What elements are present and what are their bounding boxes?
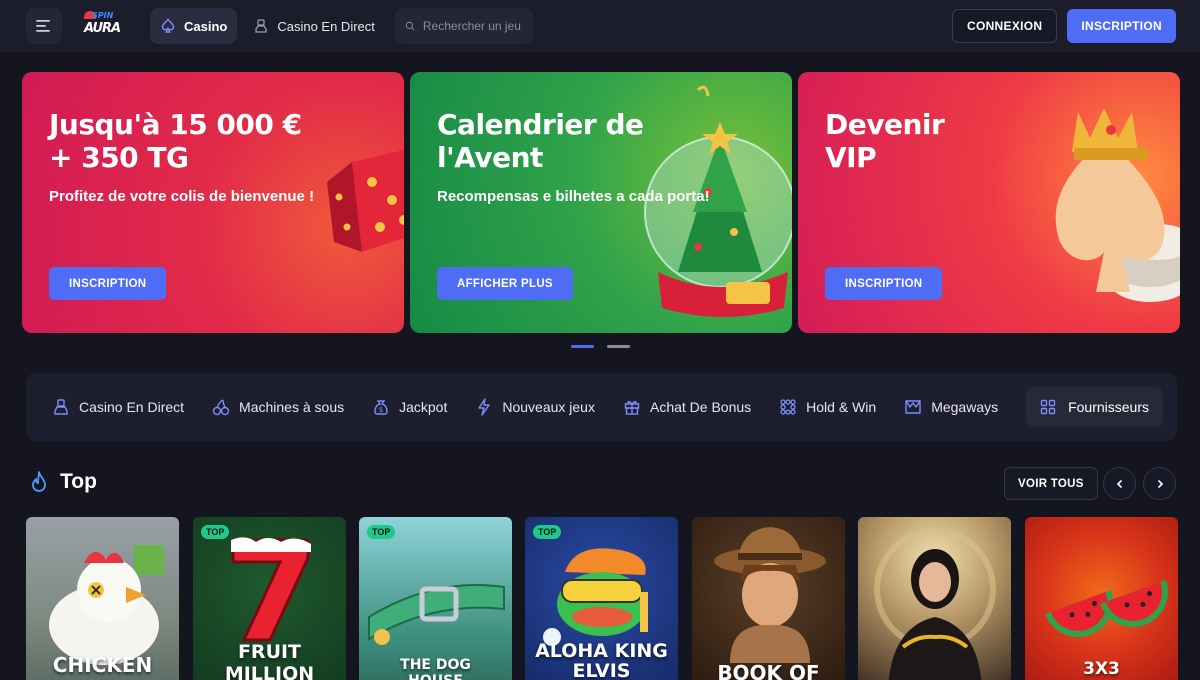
- banner-title-line2: l'Avent: [437, 141, 543, 174]
- category-bonus-buy[interactable]: Achat De Bonus: [623, 398, 751, 416]
- login-button[interactable]: CONNEXION: [951, 9, 1058, 43]
- chevron-left-icon: [1116, 479, 1122, 488]
- explorer-icon: [714, 527, 826, 663]
- banner-title-line2: VIP: [825, 141, 877, 174]
- category-label: Casino En Direct: [79, 399, 185, 415]
- top-badge: TOP: [533, 525, 562, 539]
- banner-title-line1: Jusqu'à 15 000 €: [49, 108, 302, 141]
- category-label: Achat De Bonus: [649, 399, 752, 415]
- game-tile[interactable]: TOP ALOHA KING ELVIS: [525, 517, 678, 680]
- promo-banner-welcome[interactable]: Jusqu'à 15 000 € + 350 TG Profitez de vot…: [22, 72, 404, 333]
- category-label: Hold & Win: [806, 399, 877, 415]
- game-tile[interactable]: TOP THE DOGHOUSE: [359, 517, 512, 680]
- game-title: CHICKEN: [52, 653, 153, 677]
- tab-casino[interactable]: Casino: [150, 8, 238, 44]
- game-title: FRUIT MILLION: [224, 641, 315, 680]
- game-title: 3X3: [1083, 659, 1120, 679]
- game-tile[interactable]: 3X3: [1025, 517, 1178, 680]
- watermelon-icon: [1045, 580, 1168, 637]
- banner-signup-button[interactable]: INSCRIPTION: [49, 267, 167, 300]
- section-title-label: Top: [60, 470, 97, 493]
- carousel-prev-button[interactable]: [1103, 467, 1136, 500]
- banner-subtitle: Profitez de votre colis de bienvenue !: [49, 188, 315, 205]
- carousel-dot[interactable]: [607, 345, 630, 348]
- search-input[interactable]: [422, 19, 523, 33]
- seven-icon: [231, 537, 311, 642]
- app-root: SPIN AURA Casino Casino En Direct CONNEX…: [0, 0, 1200, 680]
- top-badge: TOP: [367, 525, 396, 539]
- category-label: Machines à sous: [239, 399, 345, 415]
- site-logo[interactable]: SPIN AURA: [82, 11, 128, 41]
- category-live-casino[interactable]: Casino En Direct: [52, 398, 184, 416]
- banner-title-line2: + 350 TG: [49, 141, 189, 174]
- game-tile[interactable]: BOOK OFRA: [692, 517, 845, 680]
- category-hold-and-win[interactable]: Hold & Win: [779, 398, 876, 416]
- dog-collar-icon: [368, 584, 505, 645]
- carousel-indicators: [571, 345, 643, 348]
- see-all-button[interactable]: VOIR TOUS: [1004, 467, 1098, 500]
- crown-spade-icon: [1055, 108, 1180, 302]
- svg-text:$: $: [379, 406, 383, 414]
- banner-title-line1: Calendrier de: [437, 108, 644, 141]
- banner-show-more-button[interactable]: AFFICHER PLUS: [437, 267, 573, 300]
- tab-casino-label: Casino: [184, 18, 228, 34]
- banner-title: Jusqu'à 15 000 € + 350 TG: [49, 108, 302, 174]
- dealer-icon: [255, 19, 267, 33]
- live-dealer-icon: [874, 528, 996, 680]
- game-tile[interactable]: [858, 517, 1011, 680]
- gift-icon: [624, 401, 640, 415]
- game-title: BOOK OFRA: [717, 661, 820, 680]
- signup-button[interactable]: INSCRIPTION: [1067, 9, 1176, 43]
- promo-banner-advent[interactable]: Calendrier de l'Avent Recompensas e bilhe…: [410, 72, 792, 333]
- cherries-icon: [212, 399, 230, 416]
- category-label: Jackpot: [399, 399, 448, 415]
- spade-icon: [161, 18, 175, 33]
- tab-live-casino[interactable]: Casino En Direct: [243, 8, 385, 44]
- lightning-icon: [478, 398, 491, 416]
- money-bag-icon: $: [374, 400, 388, 415]
- providers-label: Fournisseurs: [1068, 399, 1149, 415]
- frog-elvis-icon: [543, 548, 648, 646]
- banner-title: Calendrier de l'Avent: [437, 108, 644, 174]
- search-box[interactable]: [394, 8, 533, 44]
- chevron-right-icon: [1157, 479, 1163, 488]
- promo-banner-vip[interactable]: Devenir VIP INSCRIPTION: [798, 72, 1180, 333]
- megaways-icon: [905, 400, 921, 414]
- category-label: Megaways: [931, 399, 999, 415]
- category-jackpot[interactable]: $ Jackpot: [372, 398, 447, 416]
- banner-subtitle: Recompensas e bilhetes a cada porta!: [437, 188, 710, 205]
- top-header: SPIN AURA Casino Casino En Direct CONNEX…: [0, 0, 1200, 52]
- banner-signup-button[interactable]: INSCRIPTION: [825, 267, 943, 300]
- hamburger-icon: [36, 20, 50, 32]
- section-title-top: Top: [28, 470, 97, 494]
- category-slots[interactable]: Machines à sous: [212, 398, 344, 416]
- tab-live-casino-label: Casino En Direct: [277, 18, 375, 34]
- game-title: ALOHA KING ELVIS: [535, 640, 668, 680]
- game-tile[interactable]: TOP FRUIT MILLION: [193, 517, 346, 680]
- category-bar: Casino En Direct Machines à sous $ Jackp…: [26, 373, 1177, 441]
- logo-mark: SPIN: [92, 11, 114, 20]
- grid-icon: [1040, 399, 1056, 415]
- grid-dots-icon: [780, 399, 796, 415]
- search-icon: [405, 21, 415, 31]
- carousel-dot-active[interactable]: [571, 345, 594, 348]
- providers-button[interactable]: Fournisseurs: [1026, 387, 1163, 427]
- dealer-icon: [54, 399, 68, 415]
- dice-icon: [327, 150, 404, 252]
- game-title: THE DOGHOUSE: [400, 657, 471, 680]
- hamburger-menu-button[interactable]: [26, 8, 62, 44]
- chicken-icon: [49, 545, 164, 665]
- carousel-next-button[interactable]: [1143, 467, 1176, 500]
- banner-title-line1: Devenir: [825, 108, 945, 141]
- flame-icon: [32, 471, 46, 492]
- category-label: Nouveaux jeux: [502, 399, 595, 415]
- category-new-games[interactable]: Nouveaux jeux: [475, 398, 595, 416]
- banner-title: Devenir VIP: [825, 108, 945, 174]
- category-megaways[interactable]: Megaways: [904, 398, 998, 416]
- logo-wordmark: AURA: [84, 21, 121, 36]
- game-tile[interactable]: CHICKEN: [26, 517, 179, 680]
